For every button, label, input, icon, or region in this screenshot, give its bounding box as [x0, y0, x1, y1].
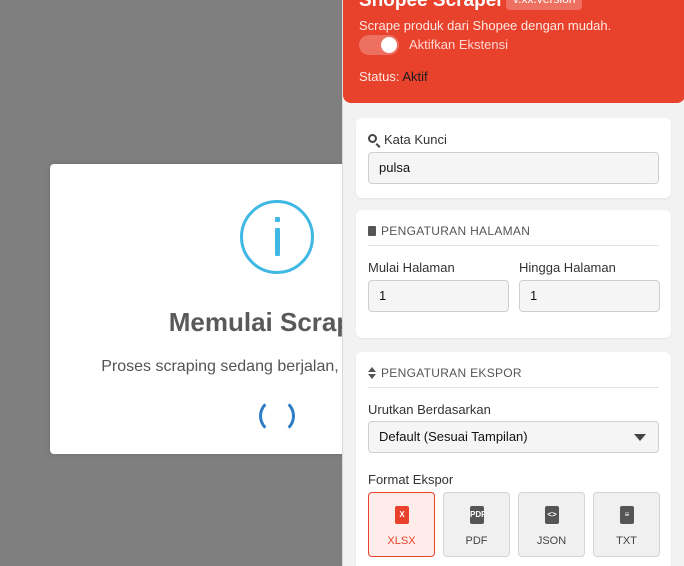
status-value: Aktif — [402, 69, 428, 84]
format-xlsx-button[interactable]: X XLSX — [368, 492, 435, 557]
format-label: Format Ekspor — [368, 472, 454, 487]
keyword-input[interactable]: pulsa — [368, 152, 659, 184]
extension-toggle[interactable] — [359, 35, 399, 55]
info-icon — [240, 200, 314, 274]
status-label: Status: — [359, 69, 400, 84]
end-page-label: Hingga Halaman — [519, 260, 616, 275]
divider — [368, 245, 659, 246]
text-file-icon: ≡ — [620, 506, 634, 524]
app-subtitle: Scrape produk dari Shopee dengan mudah. — [359, 18, 612, 33]
page-settings-card: PENGATURAN HALAMAN Mulai Halaman Hingga … — [356, 210, 671, 338]
format-pdf-button[interactable]: PDF PDF — [443, 492, 510, 557]
format-label-txt: TXT — [616, 535, 637, 547]
sort-label: Urutkan Berdasarkan — [368, 402, 491, 417]
end-page-input[interactable]: 1 — [519, 280, 660, 312]
search-icon — [368, 134, 377, 143]
export-settings-heading: PENGATURAN EKSPOR — [381, 366, 522, 380]
keyword-card: Kata Kunci pulsa — [356, 118, 671, 198]
divider — [368, 387, 659, 388]
loading-spinner-icon — [259, 398, 295, 434]
app-title: Shopee Scraper — [359, 0, 504, 11]
format-label-pdf: PDF — [465, 535, 488, 547]
toggle-label: Aktifkan Ekstensi — [409, 37, 508, 52]
format-label-json: JSON — [536, 535, 567, 547]
page-settings-heading: PENGATURAN HALAMAN — [381, 224, 531, 238]
format-json-button[interactable]: <> JSON — [518, 492, 585, 557]
start-page-label: Mulai Halaman — [368, 260, 455, 275]
excel-file-icon: X — [395, 506, 409, 524]
panel-header: Shopee Scraper v.xx.version Scrape produ… — [343, 0, 684, 103]
toggle-knob — [381, 37, 397, 53]
sort-icon — [368, 367, 376, 379]
document-icon — [368, 226, 376, 236]
chevron-down-icon — [634, 434, 646, 441]
format-label-xlsx: XLSX — [387, 535, 416, 547]
format-txt-button[interactable]: ≡ TXT — [593, 492, 660, 557]
sort-select-value: Default (Sesuai Tampilan) — [379, 429, 528, 444]
sort-select[interactable]: Default (Sesuai Tampilan) — [368, 421, 659, 453]
pdf-file-icon: PDF — [470, 506, 484, 524]
status-line: Status: Aktif — [359, 69, 428, 84]
export-settings-card: PENGATURAN EKSPOR Urutkan Berdasarkan De… — [356, 352, 671, 566]
extension-panel: Shopee Scraper v.xx.version Scrape produ… — [342, 0, 684, 566]
code-file-icon: <> — [545, 506, 559, 524]
start-page-input[interactable]: 1 — [368, 280, 509, 312]
keyword-label: Kata Kunci — [384, 132, 447, 147]
version-badge: v.xx.version — [506, 0, 583, 10]
